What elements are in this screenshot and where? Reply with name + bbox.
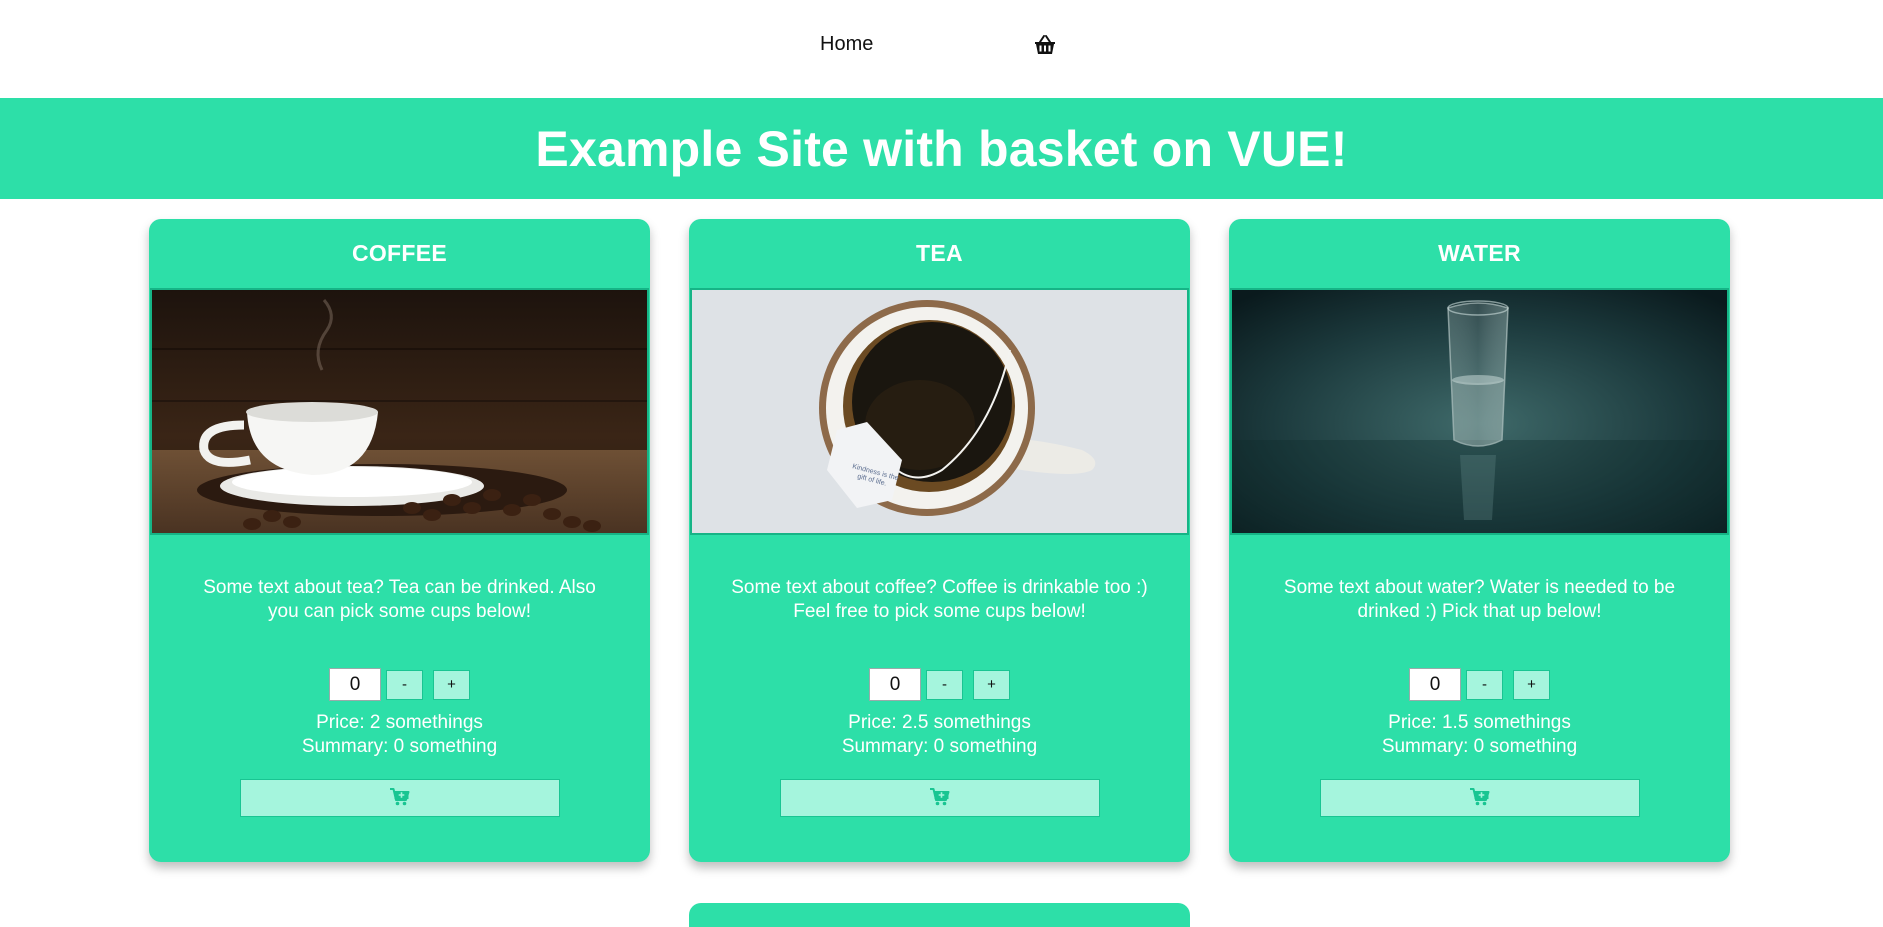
summary-label: Summary: 0 something <box>841 736 1038 757</box>
hero-banner: Example Site with basket on VUE! <box>0 98 1883 199</box>
top-nav: Home <box>0 0 1883 98</box>
quantity-input[interactable] <box>1409 668 1461 701</box>
add-to-cart-button[interactable] <box>779 779 1100 817</box>
nav-home-link[interactable]: Home <box>820 33 873 56</box>
product-description: Some text about water? Water is needed t… <box>1283 577 1676 622</box>
product-title: COFFEE <box>351 239 448 266</box>
summary-label: Summary: 0 something <box>301 736 498 757</box>
decrement-button[interactable]: - <box>386 669 423 700</box>
add-to-cart-icon <box>929 787 950 809</box>
add-to-cart-icon <box>1469 787 1490 809</box>
add-to-cart-icon <box>389 787 410 809</box>
product-description: Some text about tea? Tea can be drinked.… <box>203 577 596 622</box>
tea-cup-photo: Kindness is the gift of life. <box>690 288 1189 535</box>
water-glass-photo <box>1230 288 1729 535</box>
coffee-cup-photo <box>150 288 649 535</box>
quantity-stepper: - + <box>689 668 1190 701</box>
price-label: Price: 2.5 somethings <box>848 712 1031 733</box>
decrement-button[interactable]: - <box>1466 669 1503 700</box>
price-label: Price: 1.5 somethings <box>1388 712 1571 733</box>
quantity-stepper: - + <box>1229 668 1730 701</box>
increment-button[interactable]: + <box>433 669 470 700</box>
product-card-water: WATER Some text about water? Water is ne… <box>1229 219 1730 862</box>
increment-button[interactable]: + <box>1513 669 1550 700</box>
product-card-partial <box>689 903 1190 927</box>
increment-button[interactable]: + <box>973 669 1010 700</box>
product-title: WATER <box>1438 239 1521 266</box>
price-label: Price: 2 somethings <box>316 712 483 733</box>
product-card-tea: TEA Kindness is the gift of life. Some t… <box>689 219 1190 862</box>
product-title: TEA <box>916 239 963 266</box>
basket-icon[interactable] <box>1033 33 1057 57</box>
quantity-input[interactable] <box>329 668 381 701</box>
quantity-stepper: - + <box>149 668 650 701</box>
add-to-cart-button[interactable] <box>1319 779 1640 817</box>
decrement-button[interactable]: - <box>926 669 963 700</box>
product-card-coffee: COFFEE Some text about tea? Tea can be d… <box>149 219 650 862</box>
summary-label: Summary: 0 something <box>1381 736 1578 757</box>
quantity-input[interactable] <box>869 668 921 701</box>
page-title: Example Site with basket on VUE! <box>535 120 1348 177</box>
product-description: Some text about coffee? Coffee is drinka… <box>731 577 1148 622</box>
product-grid: COFFEE Some text about tea? Tea can be d… <box>0 199 1883 927</box>
add-to-cart-button[interactable] <box>239 779 560 817</box>
